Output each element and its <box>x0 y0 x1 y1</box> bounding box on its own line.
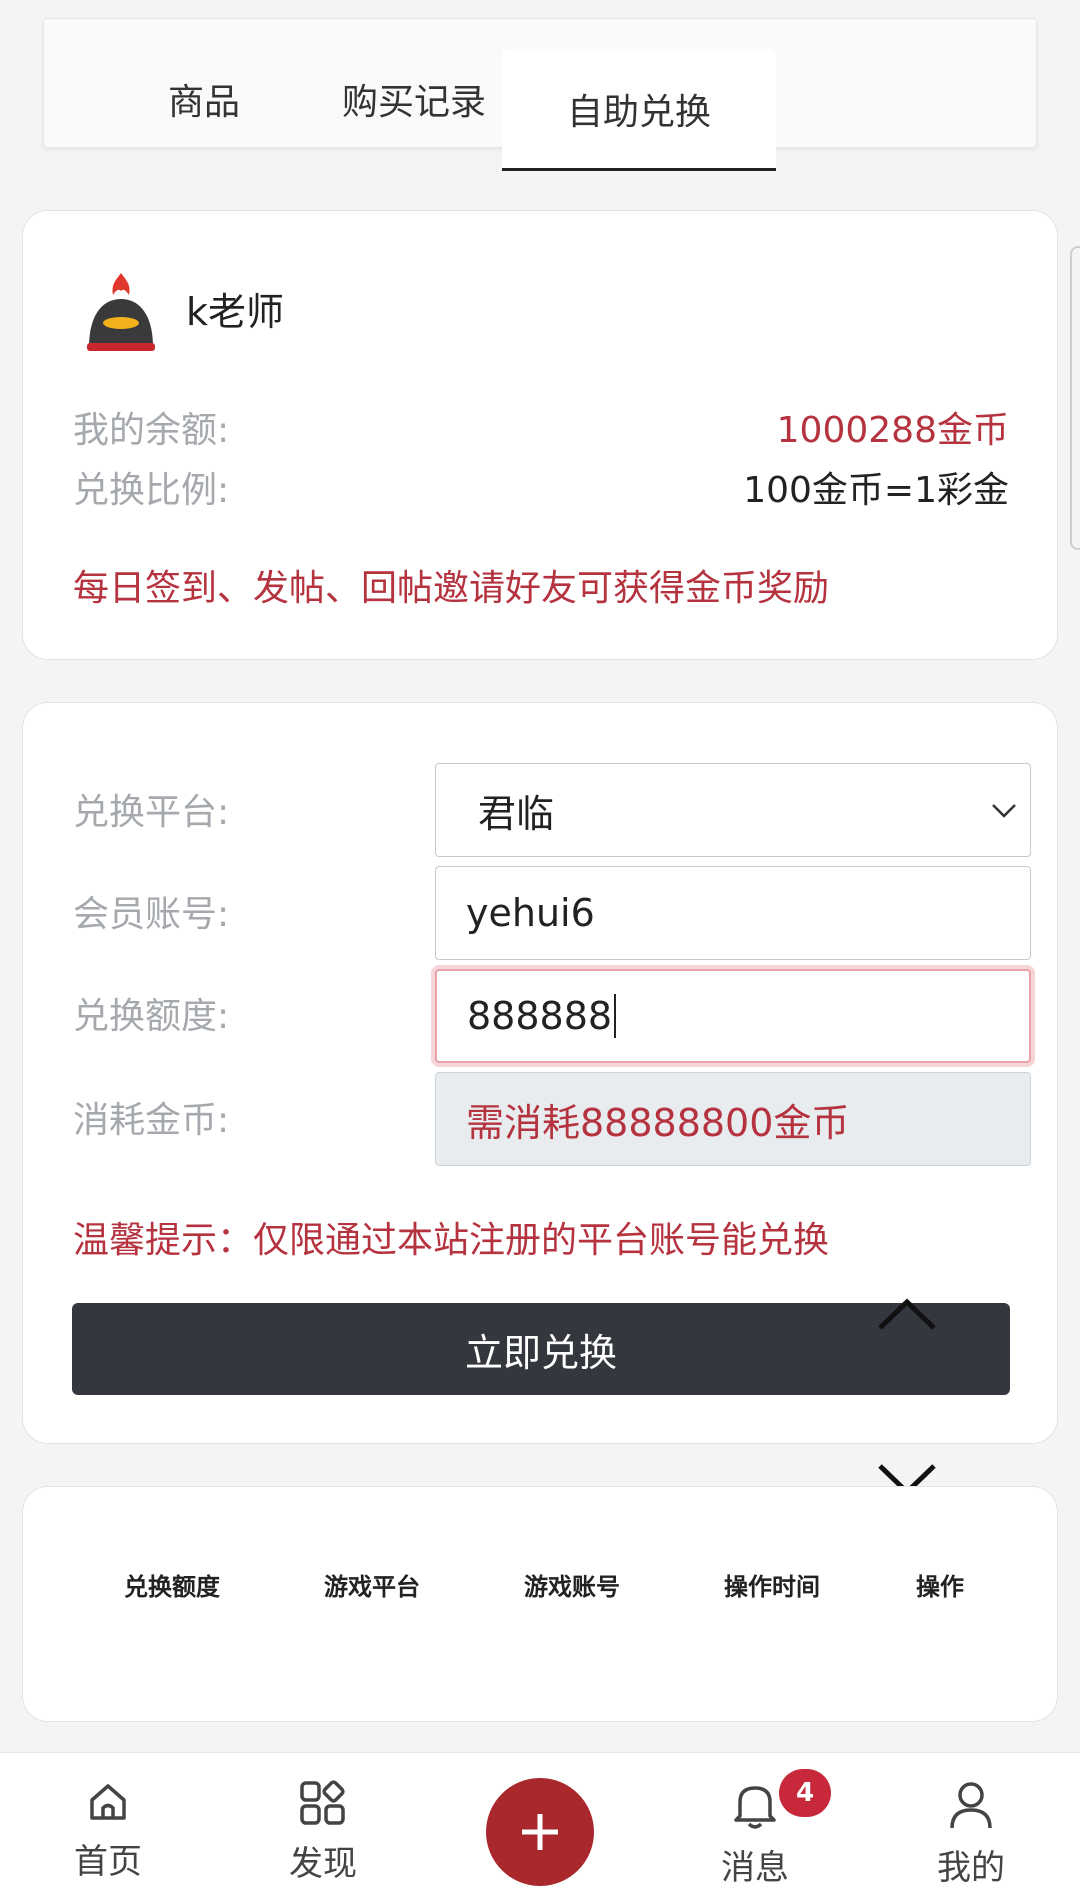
account-input[interactable]: yehui6 <box>435 866 1031 960</box>
submit-button[interactable]: 立即兑换 <box>72 1303 1010 1395</box>
home-icon <box>90 1784 126 1820</box>
ratio-value: 100金币=1彩金 <box>743 470 1009 511</box>
chevron-up-icon[interactable] <box>874 1294 940 1334</box>
tab-self-exchange[interactable]: 自助兑换 <box>502 49 776 171</box>
ratio-label: 兑换比例: <box>73 470 230 511</box>
tab-self-exchange-label: 自助兑换 <box>566 91 711 133</box>
text-cursor <box>614 994 617 1038</box>
history-table-card: 兑换额度 游戏平台 游戏账号 操作时间 操作 <box>22 1486 1058 1722</box>
nav-mine[interactable]: 我的 <box>911 1780 1031 1889</box>
tab-bar: 商品 购买记录 自助兑换 <box>43 18 1037 171</box>
table-header-platform: 游戏平台 <box>324 1573 420 1601</box>
nav-home-label: 首页 <box>74 1842 142 1882</box>
tab-purchase-history-label: 购买记录 <box>341 82 486 123</box>
platform-label: 兑换平台: <box>73 792 230 833</box>
cost-display: 需消耗88888800金币 <box>435 1072 1031 1166</box>
nav-home[interactable]: 首页 <box>48 1780 168 1883</box>
nav-mine-label: 我的 <box>937 1848 1005 1888</box>
table-header-time: 操作时间 <box>724 1573 820 1601</box>
avatar <box>81 269 161 355</box>
tip-text: 温馨提示：仅限通过本站注册的平台账号能兑换 <box>73 1220 830 1261</box>
user-icon <box>950 1782 992 1829</box>
nav-discover-label: 发现 <box>289 1844 357 1884</box>
messages-badge: 4 <box>779 1769 831 1817</box>
nav-messages-label: 消息 <box>721 1848 789 1888</box>
cost-value: 需消耗88888800金币 <box>466 1100 850 1145</box>
nav-discover[interactable]: 发现 <box>263 1780 383 1885</box>
profile-card: k老师 我的余额: 1000288金币 兑换比例: 100金币=1彩金 每日签到… <box>22 210 1058 660</box>
submit-button-label: 立即兑换 <box>464 1330 617 1375</box>
table-header-action: 操作 <box>916 1573 964 1601</box>
bell-icon <box>734 1786 776 1829</box>
balance-label: 我的余额: <box>73 410 230 451</box>
cost-label: 消耗金币: <box>73 1100 230 1141</box>
promo-text: 每日签到、发帖、回帖邀请好友可获得金币奖励 <box>73 568 830 609</box>
platform-select[interactable]: 君临 <box>435 763 1031 857</box>
table-header-account: 游戏账号 <box>524 1573 620 1601</box>
amount-input-value: 888888 <box>467 994 613 1038</box>
scroll-indicator[interactable] <box>1070 246 1080 550</box>
username: k老师 <box>186 290 285 334</box>
tab-products-label: 商品 <box>167 82 240 123</box>
tab-products[interactable]: 商品 <box>104 49 304 149</box>
account-input-value: yehui6 <box>466 891 595 935</box>
table-header-row: 兑换额度 游戏平台 游戏账号 操作时间 操作 <box>23 1567 1057 1607</box>
plus-icon <box>522 1814 558 1850</box>
messages-badge-count: 4 <box>795 1778 815 1808</box>
table-header-amount: 兑换额度 <box>124 1573 220 1601</box>
balance-value: 1000288金币 <box>776 410 1009 451</box>
nav-add-button[interactable] <box>486 1778 594 1886</box>
amount-label: 兑换额度: <box>73 996 230 1037</box>
chevron-down-select-icon <box>992 804 1016 818</box>
platform-select-value: 君临 <box>478 791 555 836</box>
account-label: 会员账号: <box>73 894 230 935</box>
grid-icon <box>300 1780 345 1825</box>
amount-input[interactable]: 888888 <box>435 969 1031 1063</box>
